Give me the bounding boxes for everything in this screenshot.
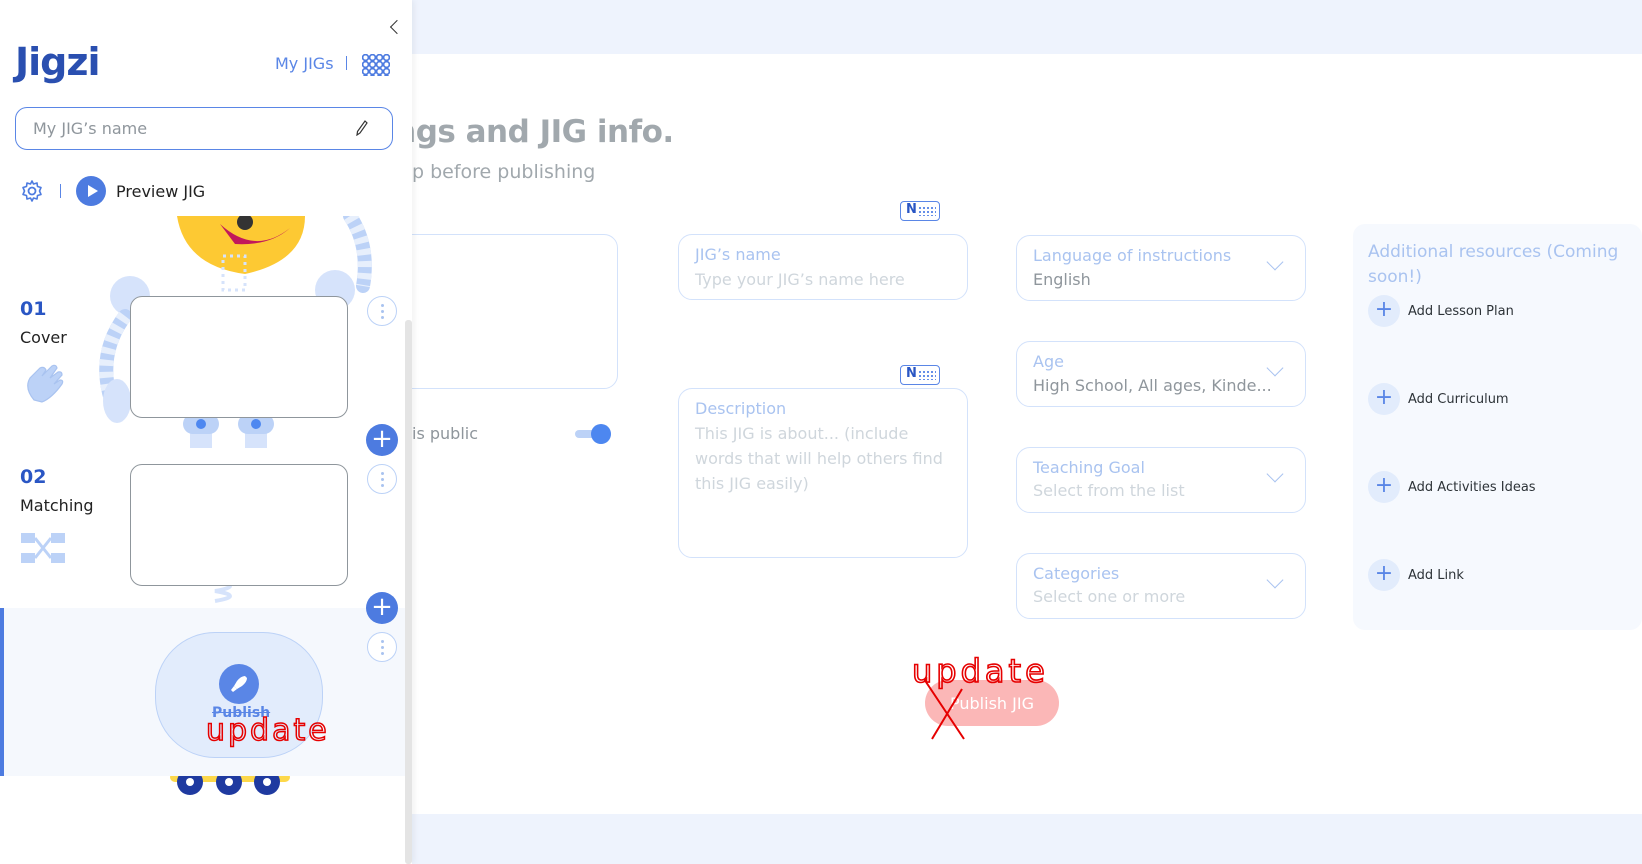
publish-annotation: update — [912, 652, 1049, 690]
jigzi-logo: Jigzi — [15, 40, 101, 84]
pencil-icon[interactable] — [356, 120, 368, 136]
module-name: Matching — [20, 496, 94, 515]
sidebar: Jigzi My JIGs Preview JIG — [0, 0, 412, 864]
chevron-down-icon — [1266, 465, 1284, 483]
preview-jig-button[interactable]: Preview JIG — [76, 176, 205, 206]
wave-hand-icon — [27, 364, 64, 403]
add-curriculum-button[interactable]: + Add Curriculum — [1368, 383, 1509, 415]
categories-placeholder: Select one or more — [1033, 587, 1186, 606]
plus-icon: + — [1368, 295, 1400, 327]
apps-grid-icon[interactable] — [362, 54, 390, 76]
description-label: Description — [695, 399, 787, 418]
public-toggle[interactable] — [575, 424, 611, 444]
teaching-goal-placeholder: Select from the list — [1033, 481, 1185, 500]
additional-resources-panel: Additional resources (Coming soon!) + Add… — [1353, 224, 1642, 630]
settings-panel: ings and JIG info. p before publishing i… — [412, 54, 1642, 814]
jig-name-placeholder: Type your JIG’s name here — [695, 270, 905, 289]
module-number: 01 — [20, 298, 47, 320]
module-thumbnail[interactable] — [130, 296, 348, 418]
jig-name-label: JIG’s name — [695, 245, 781, 264]
teaching-goal-label: Teaching Goal — [1033, 458, 1145, 477]
add-activities-ideas-button[interactable]: + Add Activities Ideas — [1368, 471, 1536, 503]
resources-title: Additional resources (Coming soon!) — [1368, 242, 1619, 287]
add-link-button[interactable]: + Add Link — [1368, 559, 1464, 591]
rocket-icon — [219, 664, 259, 704]
module-name: Cover — [20, 328, 67, 347]
add-module-button[interactable]: + — [366, 592, 398, 624]
jig-name-field[interactable]: JIG’s name Type your JIG’s name here — [678, 234, 968, 300]
page-subheading: p before publishing — [412, 161, 596, 183]
language-select[interactable]: Language of instructions English — [1016, 235, 1306, 301]
publish-annotation: update — [206, 713, 330, 748]
keyboard-icon[interactable]: N — [900, 201, 940, 221]
kebab-menu-icon[interactable] — [367, 632, 397, 662]
play-icon — [76, 176, 106, 206]
add-lesson-plan-button[interactable]: + Add Lesson Plan — [1368, 295, 1514, 327]
plus-icon: + — [1368, 383, 1400, 415]
description-placeholder: This JIG is about... (include words that… — [695, 424, 943, 493]
chevron-down-icon — [1266, 571, 1284, 589]
jig-name-input[interactable] — [15, 107, 393, 150]
cover-image-box[interactable] — [412, 234, 618, 389]
my-jigs-link[interactable]: My JIGs — [275, 54, 334, 73]
chevron-down-icon — [1266, 253, 1284, 271]
collapse-sidebar-chevron-icon[interactable] — [389, 19, 405, 35]
plus-icon: + — [1368, 471, 1400, 503]
language-label: Language of instructions — [1033, 246, 1232, 265]
annotation-overlay: update — [205, 712, 330, 749]
add-module-button[interactable]: + — [366, 424, 398, 456]
chevron-down-icon — [1266, 359, 1284, 377]
public-label: is public — [412, 424, 479, 443]
description-field[interactable]: Description This JIG is about... (includ… — [678, 388, 968, 558]
sidebar-scrollbar[interactable] — [405, 320, 412, 864]
age-select[interactable]: Age High School, All ages, Kinde... — [1016, 341, 1306, 407]
age-label: Age — [1033, 352, 1064, 371]
kebab-menu-icon[interactable] — [367, 296, 397, 326]
module-number: 02 — [20, 466, 47, 488]
gear-icon[interactable] — [20, 179, 44, 203]
categories-select[interactable]: Categories Select one or more — [1016, 553, 1306, 619]
annotation-overlay: update — [911, 651, 1049, 740]
language-value: English — [1033, 270, 1091, 289]
matching-icon — [21, 533, 65, 563]
page-heading: ings and JIG info. — [412, 114, 674, 150]
plus-icon: + — [1368, 559, 1400, 591]
kebab-menu-icon[interactable] — [367, 464, 397, 494]
module-thumbnail[interactable] — [130, 464, 348, 586]
divider — [346, 56, 347, 70]
divider — [60, 184, 61, 198]
teaching-goal-select[interactable]: Teaching Goal Select from the list — [1016, 447, 1306, 513]
categories-label: Categories — [1033, 564, 1120, 583]
keyboard-icon[interactable]: N — [900, 365, 940, 385]
age-value: High School, All ages, Kinde... — [1033, 376, 1272, 395]
